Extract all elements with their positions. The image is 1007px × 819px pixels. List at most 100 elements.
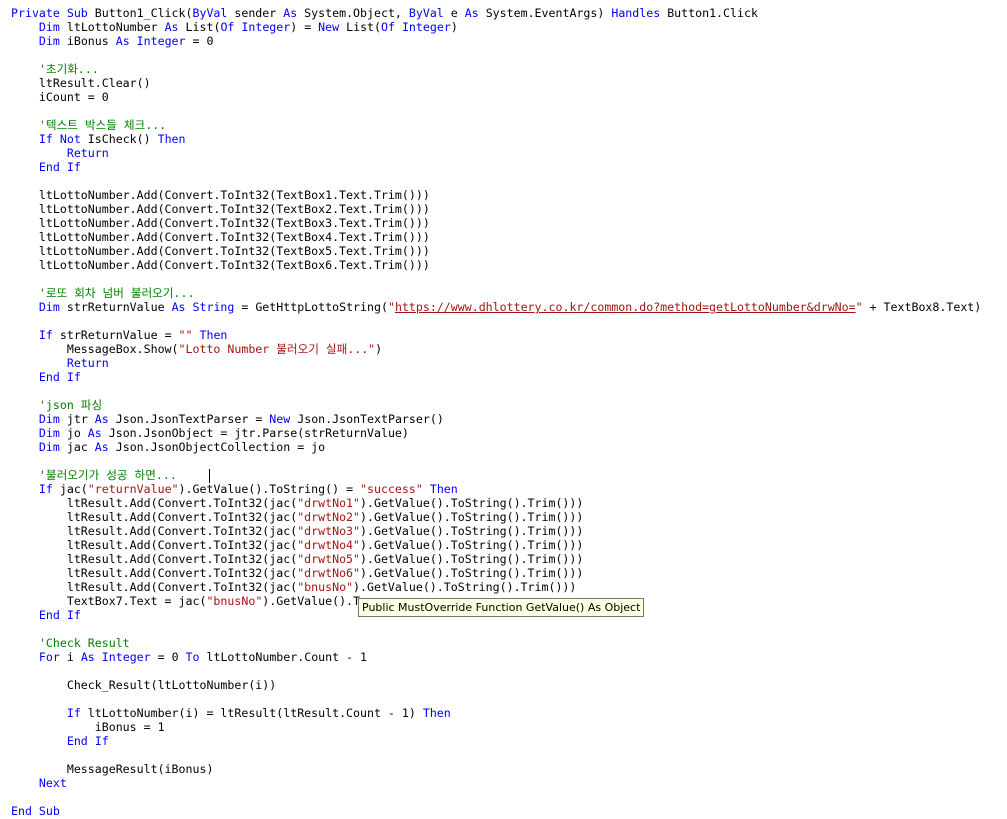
code-text: ltLottoNumber.Add(Convert.ToInt32(TextBo…	[11, 244, 430, 258]
code-line[interactable]: ltResult.Add(Convert.ToInt32(jac("drwtNo…	[11, 538, 981, 552]
code-line[interactable]	[11, 314, 981, 328]
code-line[interactable]	[11, 48, 981, 62]
comment: '초기화...	[38, 62, 99, 76]
code-text: List(	[339, 20, 382, 34]
code-text: ltResult.Add(Convert.ToInt32(jac(	[11, 524, 298, 538]
code-line[interactable]: MessageBox.Show("Lotto Number 불러오기 실패...…	[11, 342, 981, 356]
comment: 'json 파싱	[38, 398, 103, 412]
code-line[interactable]	[11, 104, 981, 118]
code-line[interactable]	[11, 692, 981, 706]
keyword: End Sub	[11, 804, 60, 818]
code-text: Button1.Click	[660, 6, 758, 20]
code-line[interactable]: ltResult.Add(Convert.ToInt32(jac("drwtNo…	[11, 510, 981, 524]
string-literal: "drwtNo3"	[297, 524, 361, 538]
code-line[interactable]: ltLottoNumber.Add(Convert.ToInt32(TextBo…	[11, 258, 981, 272]
code-editor[interactable]: Private Sub Button1_Click(ByVal sender A…	[0, 0, 1007, 819]
code-line[interactable]: For i As Integer = 0 To ltLottoNumber.Co…	[11, 650, 981, 664]
code-line[interactable]: '초기화...	[11, 62, 981, 76]
code-line[interactable]: Dim strReturnValue As String = GetHttpLo…	[11, 300, 981, 314]
code-line[interactable]	[11, 748, 981, 762]
code-line[interactable]: ltResult.Add(Convert.ToInt32(jac("drwtNo…	[11, 496, 981, 510]
code-line[interactable]: End If	[11, 734, 981, 748]
code-line[interactable]: ltResult.Clear()	[11, 76, 981, 90]
code-text: Json.JsonTextParser =	[108, 412, 270, 426]
code-line[interactable]: If jac("returnValue").GetValue().ToStrin…	[11, 482, 981, 496]
code-text: System.EventArgs)	[478, 6, 612, 20]
code-line[interactable]: If strReturnValue = "" Then	[11, 328, 981, 342]
code-text: TextBox7.Text = jac(	[11, 594, 207, 608]
code-line[interactable]: Dim jtr As Json.JsonTextParser = New Jso…	[11, 412, 981, 426]
code-line[interactable]: '불러오기가 성공 하면...	[11, 468, 981, 482]
code-line[interactable]: ltResult.Add(Convert.ToInt32(jac("drwtNo…	[11, 552, 981, 566]
code-line[interactable]: Dim jo As Json.JsonObject = jtr.Parse(st…	[11, 426, 981, 440]
code-line[interactable]: ltResult.Add(Convert.ToInt32(jac("drwtNo…	[11, 566, 981, 580]
keyword: Dim	[38, 34, 60, 48]
code-line[interactable]: If ltLottoNumber(i) = ltResult(ltResult.…	[11, 706, 981, 720]
code-line[interactable]	[11, 384, 981, 398]
code-text: ).GetValue().ToString().Trim()))	[360, 538, 584, 552]
code-text: ltLottoNumber	[59, 20, 165, 34]
code-line[interactable]: 'json 파싱	[11, 398, 981, 412]
code-line[interactable]	[11, 272, 981, 286]
code-text: )	[450, 20, 458, 34]
code-line[interactable]: Dim jac As Json.JsonObjectCollection = j…	[11, 440, 981, 454]
url-link[interactable]: https://www.dhlottery.co.kr/common.do?me…	[395, 300, 856, 314]
code-line[interactable]: '로또 회차 넘버 불러오기...	[11, 286, 981, 300]
code-line[interactable]: ltLottoNumber.Add(Convert.ToInt32(TextBo…	[11, 230, 981, 244]
string-literal: "drwtNo5"	[297, 552, 361, 566]
code-line[interactable]: Private Sub Button1_Click(ByVal sender A…	[11, 6, 981, 20]
code-line[interactable]: Check_Result(ltLottoNumber(i))	[11, 678, 981, 692]
code-line[interactable]	[11, 622, 981, 636]
code-line[interactable]: ltResult.Add(Convert.ToInt32(jac("bnusNo…	[11, 580, 981, 594]
code-line[interactable]: If Not IsCheck() Then	[11, 132, 981, 146]
keyword: Dim	[38, 426, 60, 440]
code-text: ).GetValue().ToString().Trim()))	[360, 552, 584, 566]
code-line[interactable]: Return	[11, 356, 981, 370]
code-line[interactable]: Dim ltLottoNumber As List(Of Integer) = …	[11, 20, 981, 34]
code-line[interactable]: End Sub	[11, 804, 981, 818]
code-text: ltLottoNumber.Add(Convert.ToInt32(TextBo…	[11, 188, 430, 202]
code-line[interactable]: '텍스트 박스들 체크...	[11, 118, 981, 132]
code-line[interactable]	[11, 664, 981, 678]
code-line[interactable]: ltLottoNumber.Add(Convert.ToInt32(TextBo…	[11, 216, 981, 230]
code-text: ltLottoNumber.Add(Convert.ToInt32(TextBo…	[11, 202, 430, 216]
code-text-area[interactable]: Private Sub Button1_Click(ByVal sender A…	[11, 6, 981, 818]
code-text: strReturnValue	[59, 300, 172, 314]
code-line[interactable]: iBonus = 1	[11, 720, 981, 734]
code-line[interactable]: ltLottoNumber.Add(Convert.ToInt32(TextBo…	[11, 244, 981, 258]
code-text: ltResult.Add(Convert.ToInt32(jac(	[11, 496, 298, 510]
code-line[interactable]	[11, 454, 981, 468]
keyword: If Not	[38, 132, 81, 146]
code-text: iCount = 0	[11, 90, 109, 104]
keyword: Then	[199, 328, 228, 342]
code-line[interactable]: ltLottoNumber.Add(Convert.ToInt32(TextBo…	[11, 202, 981, 216]
code-line[interactable]	[11, 174, 981, 188]
keyword: Return	[66, 146, 109, 160]
code-line[interactable]: MessageResult(iBonus)	[11, 762, 981, 776]
code-line[interactable]: Next	[11, 776, 981, 790]
code-text: iBonus	[59, 34, 116, 48]
code-text: ltLottoNumber.Add(Convert.ToInt32(TextBo…	[11, 230, 430, 244]
code-line[interactable]	[11, 790, 981, 804]
code-line[interactable]: Dim iBonus As Integer = 0	[11, 34, 981, 48]
code-line[interactable]: Return	[11, 146, 981, 160]
keyword: Dim	[38, 412, 60, 426]
code-line[interactable]: End If	[11, 370, 981, 384]
code-line[interactable]: 'Check Result	[11, 636, 981, 650]
code-line[interactable]: iCount = 0	[11, 90, 981, 104]
keyword: End If	[38, 370, 81, 384]
code-text: IsCheck()	[80, 132, 158, 146]
code-line[interactable]: ltResult.Add(Convert.ToInt32(jac("drwtNo…	[11, 524, 981, 538]
code-line[interactable]: ltLottoNumber.Add(Convert.ToInt32(TextBo…	[11, 188, 981, 202]
code-line[interactable]: End If	[11, 160, 981, 174]
